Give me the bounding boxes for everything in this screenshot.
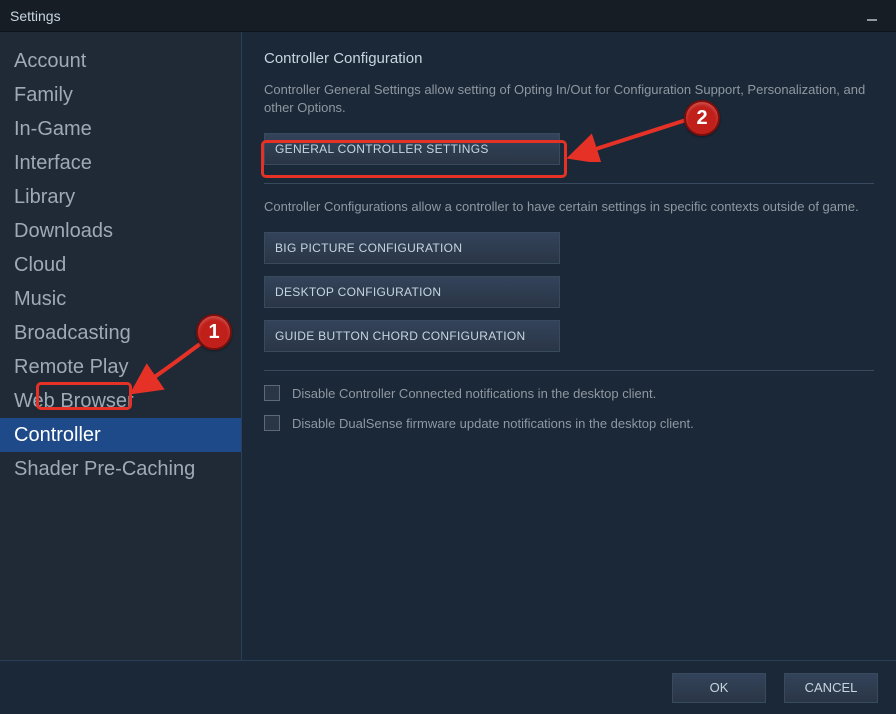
main-panel: Controller Configuration Controller Gene… (242, 32, 896, 660)
button-label: CANCEL (805, 680, 858, 695)
footer: OK CANCEL (0, 660, 896, 714)
configurations-desc: Controller Configurations allow a contro… (264, 198, 874, 216)
divider (264, 370, 874, 371)
button-label: GENERAL CONTROLLER SETTINGS (275, 142, 489, 156)
divider (264, 183, 874, 184)
button-label: DESKTOP CONFIGURATION (275, 285, 441, 299)
big-picture-configuration-button[interactable]: BIG PICTURE CONFIGURATION (264, 232, 560, 264)
window-title: Settings (10, 8, 858, 24)
sidebar-item-label: Library (14, 186, 75, 208)
sidebar-item-label: Downloads (14, 220, 113, 242)
sidebar: Account Family In-Game Interface Library… (0, 32, 242, 660)
sidebar-item-label: Cloud (14, 254, 66, 276)
disable-dualsense-firmware-checkbox[interactable]: Disable DualSense firmware update notifi… (264, 415, 874, 431)
window-body: Account Family In-Game Interface Library… (0, 32, 896, 660)
checkbox-box[interactable] (264, 385, 280, 401)
sidebar-item-controller[interactable]: Controller (0, 418, 241, 452)
desktop-configuration-button[interactable]: DESKTOP CONFIGURATION (264, 276, 560, 308)
sidebar-item-library[interactable]: Library (0, 180, 241, 214)
sidebar-item-account[interactable]: Account (0, 44, 241, 78)
sidebar-item-broadcasting[interactable]: Broadcasting (0, 316, 241, 350)
sidebar-item-in-game[interactable]: In-Game (0, 112, 241, 146)
sidebar-item-music[interactable]: Music (0, 282, 241, 316)
cancel-button[interactable]: CANCEL (784, 673, 878, 703)
sidebar-item-label: Music (14, 288, 66, 310)
general-controller-settings-button[interactable]: GENERAL CONTROLLER SETTINGS (264, 133, 560, 165)
button-label: GUIDE BUTTON CHORD CONFIGURATION (275, 329, 526, 343)
checkbox-box[interactable] (264, 415, 280, 431)
sidebar-item-label: In-Game (14, 118, 92, 140)
sidebar-item-family[interactable]: Family (0, 78, 241, 112)
sidebar-item-cloud[interactable]: Cloud (0, 248, 241, 282)
sidebar-item-label: Family (14, 84, 73, 106)
sidebar-item-web-browser[interactable]: Web Browser (0, 384, 241, 418)
checkbox-label: Disable Controller Connected notificatio… (292, 386, 656, 401)
settings-window: Settings Account Family In-Game Interfac… (0, 0, 896, 714)
sidebar-item-interface[interactable]: Interface (0, 146, 241, 180)
sidebar-item-label: Shader Pre-Caching (14, 458, 195, 480)
button-label: BIG PICTURE CONFIGURATION (275, 241, 462, 255)
window-controls (858, 6, 886, 26)
sidebar-item-label: Interface (14, 152, 92, 174)
minimize-button[interactable] (858, 6, 886, 26)
sidebar-item-label: Controller (14, 424, 101, 446)
sidebar-item-label: Web Browser (14, 390, 134, 412)
sidebar-item-remote-play[interactable]: Remote Play (0, 350, 241, 384)
button-label: OK (710, 680, 729, 695)
sidebar-item-shader-pre-caching[interactable]: Shader Pre-Caching (0, 452, 241, 486)
checkbox-label: Disable DualSense firmware update notifi… (292, 416, 694, 431)
guide-button-chord-configuration-button[interactable]: GUIDE BUTTON CHORD CONFIGURATION (264, 320, 560, 352)
disable-controller-connected-checkbox[interactable]: Disable Controller Connected notificatio… (264, 385, 874, 401)
ok-button[interactable]: OK (672, 673, 766, 703)
sidebar-item-downloads[interactable]: Downloads (0, 214, 241, 248)
sidebar-item-label: Remote Play (14, 356, 129, 378)
sidebar-item-label: Broadcasting (14, 322, 131, 344)
general-settings-desc: Controller General Settings allow settin… (264, 81, 874, 117)
sidebar-item-label: Account (14, 50, 86, 72)
titlebar: Settings (0, 0, 896, 32)
section-heading: Controller Configuration (264, 50, 874, 67)
